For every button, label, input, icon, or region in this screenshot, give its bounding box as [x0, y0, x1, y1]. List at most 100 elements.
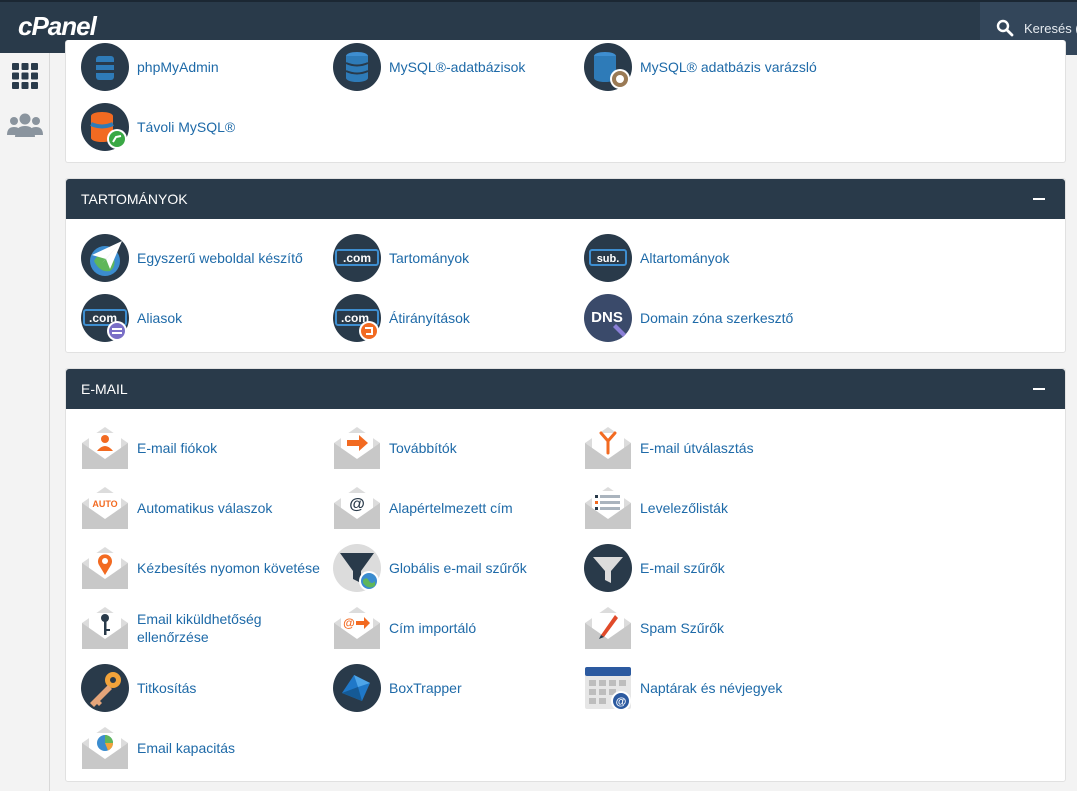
site-publisher-icon — [81, 234, 129, 282]
aliases-icon: .com — [81, 294, 129, 342]
badge-text: .com — [343, 251, 371, 265]
panel-title: TARTOMÁNYOK — [81, 191, 188, 207]
users-icon — [7, 113, 43, 137]
item-label: MySQL® adatbázis varázsló — [640, 59, 817, 75]
item-label: Email kiküldhetőség ellenőrzése — [137, 611, 262, 645]
grid-icon — [12, 63, 38, 89]
track-delivery-link[interactable]: Kézbesítés nyomon követése — [80, 543, 320, 593]
email-panel: E-MAIL E-mail fiókok Továbbítók E-mail ú — [65, 368, 1066, 782]
domains-panel-header[interactable]: TARTOMÁNYOK — [66, 179, 1065, 219]
mysql-wizard-link[interactable]: MySQL® adatbázis varázsló — [583, 42, 817, 92]
calendars-contacts-link[interactable]: @ Naptárak és névjegyek — [583, 663, 782, 713]
address-importer-icon: @ — [334, 607, 380, 649]
item-label: Altartományok — [640, 250, 730, 266]
item-label: Cím importáló — [389, 620, 477, 636]
encryption-icon — [81, 664, 129, 712]
collapse-icon[interactable] — [1033, 388, 1045, 390]
email-deliverability-icon — [82, 607, 128, 649]
badge-text: DNS — [591, 309, 623, 326]
spam-filters-link[interactable]: Spam Szűrők — [583, 603, 724, 653]
panel-title: E-MAIL — [81, 381, 128, 397]
email-accounts-link[interactable]: E-mail fiókok — [80, 423, 217, 473]
item-label: Email kapacitás — [137, 740, 236, 756]
item-label: Spam Szűrők — [640, 620, 725, 636]
badge-text: sub. — [597, 253, 620, 265]
domains-panel: TARTOMÁNYOK Egyszerű weboldal készítő .c… — [65, 178, 1066, 353]
encryption-link[interactable]: Titkosítás — [80, 663, 196, 713]
remote-mysql-link[interactable]: Távoli MySQL® — [80, 102, 235, 152]
badge-text: AUTO — [92, 499, 117, 509]
nav-tools[interactable] — [0, 56, 50, 96]
forwarders-icon — [334, 427, 380, 469]
autoresponders-link[interactable]: AUTO Automatikus válaszok — [80, 483, 272, 533]
redirects-icon: .com — [333, 294, 381, 342]
phpmyadmin-icon — [81, 43, 129, 91]
email-disk-usage-link[interactable]: Email kapacitás — [80, 723, 235, 773]
global-email-filters-icon — [333, 544, 381, 592]
item-label: E-mail fiókok — [137, 440, 218, 456]
item-label: E-mail szűrők — [640, 560, 725, 576]
boxtrapper-icon — [333, 664, 381, 712]
dns-zone-editor-icon: DNS — [584, 294, 632, 342]
item-label: Globális e-mail szűrők — [389, 560, 527, 576]
item-label: Titkosítás — [137, 680, 197, 696]
database-panel: phpMyAdmin MySQL®-adatbázisok MySQL® ada… — [65, 40, 1066, 163]
autoresponders-icon: AUTO — [82, 487, 128, 529]
calendars-contacts-icon: @ — [585, 667, 631, 711]
item-label: Aliasok — [137, 310, 183, 326]
default-address-link[interactable]: @ Alapértelmezett cím — [332, 483, 513, 533]
spam-filters-icon — [585, 607, 631, 649]
item-label: E-mail útválasztás — [640, 440, 754, 456]
cpanel-logo[interactable]: cPanel — [18, 11, 97, 42]
item-label: Egyszerű weboldal készítő — [137, 250, 303, 266]
mysql-wizard-icon — [584, 43, 632, 91]
redirects-link[interactable]: .com Átirányítások — [332, 293, 470, 343]
dns-zone-editor-link[interactable]: DNS Domain zóna szerkesztő — [583, 293, 793, 343]
left-sidebar — [0, 53, 50, 791]
email-accounts-icon — [82, 427, 128, 469]
forwarders-link[interactable]: Továbbítók — [332, 423, 457, 473]
domains-icon: .com — [333, 234, 381, 282]
site-publisher-link[interactable]: Egyszerű weboldal készítő — [80, 233, 303, 283]
search-label: Keresés ( — [1024, 21, 1077, 36]
email-filters-link[interactable]: E-mail szűrők — [583, 543, 725, 593]
address-importer-link[interactable]: @ Cím importáló — [332, 603, 476, 653]
email-panel-header[interactable]: E-MAIL — [66, 369, 1065, 409]
email-routing-link[interactable]: E-mail útválasztás — [583, 423, 754, 473]
item-label: Automatikus válaszok — [137, 500, 273, 516]
item-label: MySQL®-adatbázisok — [389, 59, 526, 75]
global-email-filters-link[interactable]: Globális e-mail szűrők — [332, 543, 527, 593]
subdomains-link[interactable]: sub. Altartományok — [583, 233, 729, 283]
badge-text: @ — [616, 696, 627, 708]
item-label: Kézbesítés nyomon követése — [137, 560, 320, 576]
item-label: Tartományok — [389, 250, 470, 266]
remote-mysql-icon — [81, 103, 129, 151]
mysql-databases-link[interactable]: MySQL®-adatbázisok — [332, 42, 525, 92]
email-filters-icon — [584, 544, 632, 592]
item-label: Naptárak és névjegyek — [640, 680, 783, 696]
nav-users[interactable] — [0, 105, 50, 145]
aliases-link[interactable]: .com Aliasok — [80, 293, 182, 343]
badge-text: @ — [349, 496, 365, 513]
item-label: BoxTrapper — [389, 680, 462, 696]
mailing-lists-icon — [585, 487, 631, 529]
mysql-databases-icon — [333, 43, 381, 91]
email-disk-usage-icon — [82, 727, 128, 769]
mailing-lists-link[interactable]: Levelezőlisták — [583, 483, 728, 533]
email-routing-icon — [585, 427, 631, 469]
item-label: Levelezőlisták — [640, 500, 728, 516]
search-icon — [996, 19, 1014, 37]
badge-text: @ — [343, 616, 355, 630]
subdomains-icon: sub. — [584, 234, 632, 282]
track-delivery-icon — [82, 547, 128, 589]
item-label: Domain zóna szerkesztő — [640, 310, 794, 326]
default-address-icon: @ — [334, 487, 380, 529]
email-deliverability-link[interactable]: Email kiküldhetőség ellenőrzése — [80, 603, 262, 653]
phpmyadmin-link[interactable]: phpMyAdmin — [80, 42, 219, 92]
item-label: Távoli MySQL® — [137, 119, 236, 135]
item-label: Átirányítások — [389, 310, 470, 326]
collapse-icon[interactable] — [1033, 198, 1045, 200]
item-label: Alapértelmezett cím — [389, 500, 513, 516]
domains-link[interactable]: .com Tartományok — [332, 233, 469, 283]
boxtrapper-link[interactable]: BoxTrapper — [332, 663, 462, 713]
